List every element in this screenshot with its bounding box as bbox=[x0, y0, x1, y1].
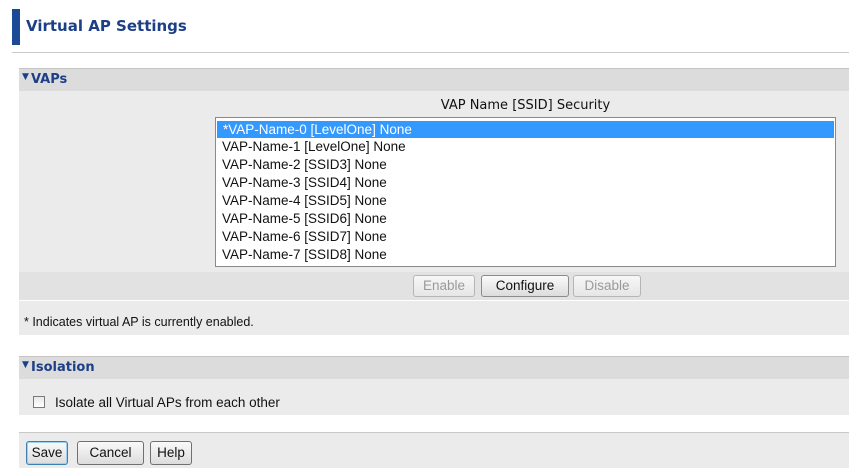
isolate-checkbox-label[interactable]: Isolate all Virtual APs from each other bbox=[55, 395, 280, 410]
configure-button[interactable]: Configure bbox=[481, 275, 569, 297]
page-title: Virtual AP Settings bbox=[26, 17, 187, 35]
vap-list-item[interactable]: VAP-Name-7 [SSID8] None bbox=[216, 246, 835, 264]
save-button[interactable]: Save bbox=[26, 441, 68, 465]
cancel-button[interactable]: Cancel bbox=[77, 441, 144, 465]
vaps-section-label: VAPs bbox=[31, 72, 68, 87]
vap-list-item[interactable]: VAP-Name-1 [LevelOne] None bbox=[216, 138, 835, 156]
enable-button[interactable]: Enable bbox=[413, 275, 475, 297]
collapse-arrow-icon[interactable]: ▼ bbox=[22, 72, 29, 82]
vap-list-item[interactable]: VAP-Name-2 [SSID3] None bbox=[216, 156, 835, 174]
disable-button[interactable]: Disable bbox=[573, 275, 641, 297]
vap-list-item[interactable]: *VAP-Name-0 [LevelOne] None bbox=[217, 121, 834, 138]
enabled-note: * Indicates virtual AP is currently enab… bbox=[24, 315, 254, 329]
help-button[interactable]: Help bbox=[150, 441, 192, 465]
collapse-arrow-icon[interactable]: ▼ bbox=[22, 360, 29, 370]
vap-list-item[interactable]: VAP-Name-4 [SSID5] None bbox=[216, 192, 835, 210]
isolation-section-label: Isolation bbox=[31, 360, 95, 375]
isolation-section-header[interactable]: ▼ Isolation bbox=[19, 356, 849, 379]
vap-list-column-header: VAP Name [SSID] Security bbox=[440, 98, 611, 113]
isolate-checkbox[interactable] bbox=[33, 396, 45, 408]
vap-list-item[interactable]: VAP-Name-5 [SSID6] None bbox=[216, 210, 835, 228]
vap-action-bar: Enable Configure Disable bbox=[19, 272, 849, 300]
vap-listbox[interactable]: *VAP-Name-0 [LevelOne] None VAP-Name-1 [… bbox=[215, 117, 836, 267]
title-bar: Virtual AP Settings bbox=[0, 0, 849, 52]
vaps-section-header[interactable]: ▼ VAPs bbox=[19, 68, 849, 91]
title-accent-bar bbox=[12, 9, 20, 45]
vap-list-item[interactable]: VAP-Name-6 [SSID7] None bbox=[216, 228, 835, 246]
title-divider bbox=[12, 52, 849, 53]
vap-list-item[interactable]: VAP-Name-3 [SSID4] None bbox=[216, 174, 835, 192]
